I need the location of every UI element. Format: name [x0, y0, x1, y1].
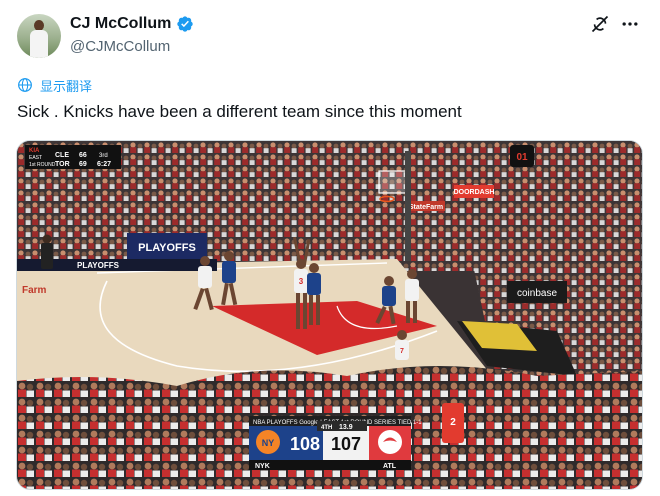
verified-badge-icon — [177, 16, 193, 32]
corner-score-1: 66 — [79, 152, 87, 159]
user-handle[interactable]: @CJMcCollum — [70, 37, 170, 57]
corner-quarter: 3rd — [99, 153, 108, 159]
player-ref — [41, 234, 53, 269]
translate-link[interactable]: 显示翻译 — [17, 76, 92, 94]
home-score: 108 — [290, 434, 320, 454]
avatar[interactable] — [17, 14, 61, 58]
player-bench-7: 7 — [395, 330, 409, 360]
corner-clock: 6:27 — [97, 161, 111, 168]
more-icon[interactable] — [620, 14, 640, 34]
corner-label-1: EAST — [29, 155, 42, 161]
corner-score-2: 69 — [79, 161, 87, 168]
jersey-number: 3 — [299, 277, 304, 286]
jersey-number: 7 — [400, 348, 404, 355]
video-frame: PLAYOFFS PLAYOFFS Farm StateFarm DOORDAS… — [17, 141, 642, 489]
game-clock: 13.9 — [339, 424, 353, 431]
ad-doordash-text: DOORDASH — [454, 189, 495, 196]
ad-coinbase-text: coinbase — [517, 288, 557, 299]
ad-board-playoffs-text: PLAYOFFS — [138, 242, 196, 254]
away-score: 107 — [331, 434, 361, 454]
fan-jersey-2: 2 — [442, 403, 464, 443]
grok-icon[interactable] — [590, 14, 610, 34]
tweet-text: Sick . Knicks have been a different team… — [17, 102, 462, 121]
hoop-stanchion — [405, 151, 411, 261]
score-bug: NBA PLAYOFFS Google | EAST 1st ROUND SER… — [249, 416, 422, 470]
display-name[interactable]: CJ McCollum — [70, 14, 171, 34]
avatar-torso — [30, 30, 48, 58]
corner-team-1: CLE — [55, 152, 69, 159]
svg-text:KIA: KIA — [29, 148, 40, 154]
home-abbr: NYK — [255, 463, 270, 470]
ad-statefarm-text: StateFarm — [409, 204, 443, 211]
translate-label: 显示翻译 — [40, 78, 93, 94]
corner-label-2: 1st ROUND — [29, 162, 56, 168]
backboard — [378, 170, 410, 194]
shot-clock-value: 01 — [516, 152, 528, 163]
ad-board-strip-text: PLAYOFFS — [77, 261, 120, 270]
svg-text:NY: NY — [262, 438, 275, 448]
baseline-ad-text: Farm — [22, 285, 47, 296]
corner-team-2: TOR — [55, 161, 70, 168]
corner-scoreboard: KIA EAST 1st ROUND CLE TOR 66 69 3rd 6:2… — [25, 145, 121, 169]
translate-icon — [18, 78, 32, 92]
tweet-video[interactable]: PLAYOFFS PLAYOFFS Farm StateFarm DOORDAS… — [16, 140, 643, 490]
hawks-logo-icon — [378, 430, 402, 454]
away-abbr: ATL — [383, 463, 397, 470]
game-period: 4TH — [321, 425, 332, 431]
jersey-number: 2 — [450, 417, 456, 428]
